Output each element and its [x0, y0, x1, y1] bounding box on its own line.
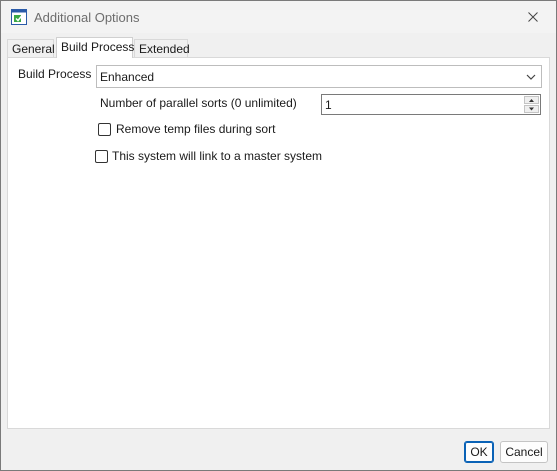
spin-buttons — [524, 96, 539, 113]
spin-down-button[interactable] — [524, 105, 539, 113]
remove-temp-files-label: Remove temp files during sort — [116, 122, 276, 136]
tab-general[interactable]: General — [7, 39, 55, 57]
tab-extended[interactable]: Extended — [134, 39, 190, 57]
ok-button[interactable]: OK — [464, 441, 494, 463]
parallel-sorts-spinbox[interactable]: 1 — [321, 94, 541, 115]
title-bar: Additional Options — [1, 1, 556, 33]
build-process-dropdown[interactable]: Enhanced — [96, 65, 542, 88]
parallel-sorts-value: 1 — [325, 98, 332, 112]
build-process-label: Build Process — [18, 67, 92, 81]
spin-down-arrow-icon — [529, 107, 534, 111]
additional-options-dialog: Additional Options General Build Process… — [0, 0, 557, 471]
close-button[interactable] — [510, 1, 556, 33]
tab-build-process[interactable]: Build Process — [56, 37, 134, 58]
spin-up-arrow-icon — [529, 99, 534, 102]
remove-temp-files-checkbox[interactable] — [98, 123, 111, 136]
window-title: Additional Options — [34, 10, 140, 25]
close-icon — [528, 12, 538, 22]
spin-up-button[interactable] — [524, 96, 539, 104]
app-window-icon — [11, 9, 27, 25]
link-master-system-checkbox[interactable] — [95, 150, 108, 163]
chevron-down-icon — [526, 74, 536, 80]
parallel-sorts-label: Number of parallel sorts (0 unlimited) — [100, 96, 297, 110]
build-process-selected-value: Enhanced — [100, 70, 155, 84]
link-master-system-label: This system will link to a master system — [112, 149, 323, 163]
build-process-panel: Build Process Enhanced Number of paralle… — [7, 57, 550, 429]
cancel-button[interactable]: Cancel — [500, 441, 548, 463]
